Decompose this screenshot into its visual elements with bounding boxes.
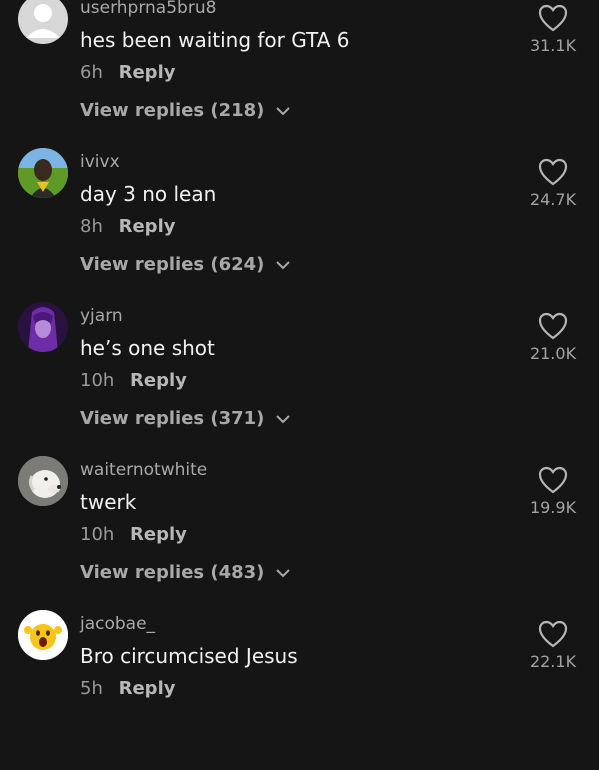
comment-item: userhprna5bru8 hes been waiting for GTA … bbox=[0, 0, 599, 154]
comment-meta: 6h Reply bbox=[80, 62, 175, 83]
like-button[interactable]: 22.1K bbox=[523, 620, 583, 671]
like-count: 21.0K bbox=[529, 344, 577, 363]
comment-username[interactable]: yjarn bbox=[80, 306, 123, 326]
comment-time: 10h bbox=[80, 524, 115, 545]
comment-username[interactable]: jacobae_ bbox=[80, 614, 155, 634]
screaming-emoji-avatar[interactable] bbox=[18, 610, 68, 660]
comment-username[interactable]: waiternotwhite bbox=[80, 460, 207, 480]
view-replies-label: View replies (218) bbox=[80, 100, 265, 121]
heart-icon bbox=[538, 158, 568, 186]
comment-time: 10h bbox=[80, 370, 115, 391]
comment-text: day 3 no lean bbox=[80, 182, 217, 206]
like-button[interactable]: 24.7K bbox=[523, 158, 583, 209]
like-button[interactable]: 19.9K bbox=[523, 466, 583, 517]
reply-button[interactable]: Reply bbox=[119, 216, 176, 237]
like-count: 24.7K bbox=[529, 190, 577, 209]
comment-text: he’s one shot bbox=[80, 336, 215, 360]
reply-button[interactable]: Reply bbox=[130, 524, 187, 545]
comment-time: 5h bbox=[80, 678, 103, 699]
chevron-down-icon bbox=[275, 569, 290, 578]
purple-character-avatar[interactable] bbox=[18, 302, 68, 352]
heart-icon bbox=[538, 620, 568, 648]
like-count: 22.1K bbox=[529, 652, 577, 671]
person-avatar[interactable] bbox=[18, 148, 68, 198]
comment-time: 6h bbox=[80, 62, 103, 83]
reply-button[interactable]: Reply bbox=[119, 62, 176, 83]
view-replies-button[interactable]: View replies (624) bbox=[80, 254, 291, 275]
view-replies-label: View replies (483) bbox=[80, 562, 265, 583]
comment-text: hes been waiting for GTA 6 bbox=[80, 28, 350, 52]
comment-meta: 10h Reply bbox=[80, 370, 187, 391]
view-replies-button[interactable]: View replies (483) bbox=[80, 562, 291, 583]
chevron-down-icon bbox=[275, 107, 290, 116]
default-avatar-icon[interactable] bbox=[18, 0, 68, 44]
view-replies-button[interactable]: View replies (218) bbox=[80, 100, 291, 121]
comment-item: ivivx day 3 no lean 8h Reply View replie… bbox=[0, 148, 599, 308]
view-replies-button[interactable]: View replies (371) bbox=[80, 408, 291, 429]
reply-button[interactable]: Reply bbox=[130, 370, 187, 391]
comment-item: waiternotwhite twerk 10h Reply View repl… bbox=[0, 456, 599, 616]
like-button[interactable]: 21.0K bbox=[523, 312, 583, 363]
chevron-down-icon bbox=[275, 415, 290, 424]
like-count: 19.9K bbox=[529, 498, 577, 517]
comment-time: 8h bbox=[80, 216, 103, 237]
chevron-down-icon bbox=[275, 261, 290, 270]
comment-item: yjarn he’s one shot 10h Reply View repli… bbox=[0, 302, 599, 462]
heart-icon bbox=[538, 4, 568, 32]
comment-meta: 8h Reply bbox=[80, 216, 175, 237]
like-button[interactable]: 31.1K bbox=[523, 4, 583, 55]
view-replies-label: View replies (371) bbox=[80, 408, 265, 429]
comment-meta: 5h Reply bbox=[80, 678, 175, 699]
heart-icon bbox=[538, 466, 568, 494]
comment-text: twerk bbox=[80, 490, 137, 514]
reply-button[interactable]: Reply bbox=[119, 678, 176, 699]
comment-username[interactable]: userhprna5bru8 bbox=[80, 0, 216, 18]
dog-avatar[interactable] bbox=[18, 456, 68, 506]
comment-meta: 10h Reply bbox=[80, 524, 187, 545]
comment-username[interactable]: ivivx bbox=[80, 152, 120, 172]
like-count: 31.1K bbox=[529, 36, 577, 55]
view-replies-label: View replies (624) bbox=[80, 254, 265, 275]
comment-text: Bro circumcised Jesus bbox=[80, 644, 298, 668]
heart-icon bbox=[538, 312, 568, 340]
comment-item: jacobae_ Bro circumcised Jesus 5h Reply … bbox=[0, 610, 599, 770]
